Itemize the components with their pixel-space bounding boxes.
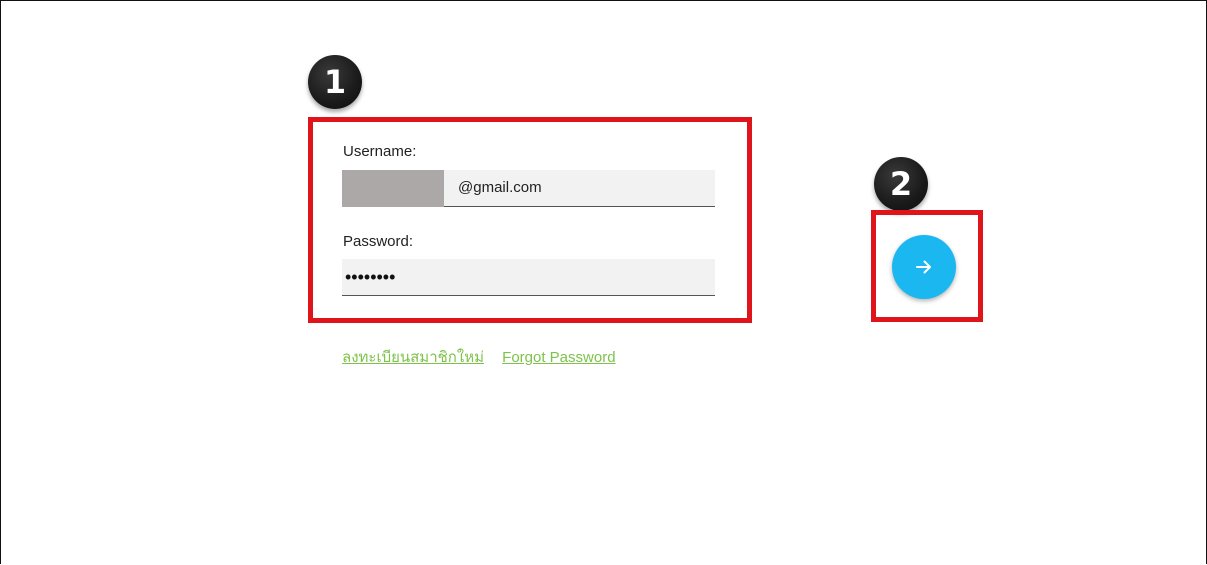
step-1-badge: 1	[308, 55, 362, 109]
username-value: @gmail.com	[458, 179, 542, 196]
forgot-password-link[interactable]: Forgot Password	[502, 349, 615, 366]
footer-links: ลงทะเบียนสมาชิกใหม่ Forgot Password	[342, 345, 630, 369]
submit-button[interactable]	[892, 235, 956, 299]
password-label: Password:	[343, 233, 414, 250]
redacted-block	[342, 170, 444, 207]
arrow-right-icon	[916, 260, 931, 274]
username-input[interactable]: @gmail.com	[342, 170, 715, 207]
register-link[interactable]: ลงทะเบียนสมาชิกใหม่	[342, 349, 484, 366]
step-2-badge: 2	[874, 157, 928, 211]
password-value: ••••••••	[345, 267, 396, 287]
password-input[interactable]: ••••••••	[342, 259, 715, 296]
username-label: Username:	[343, 143, 417, 160]
